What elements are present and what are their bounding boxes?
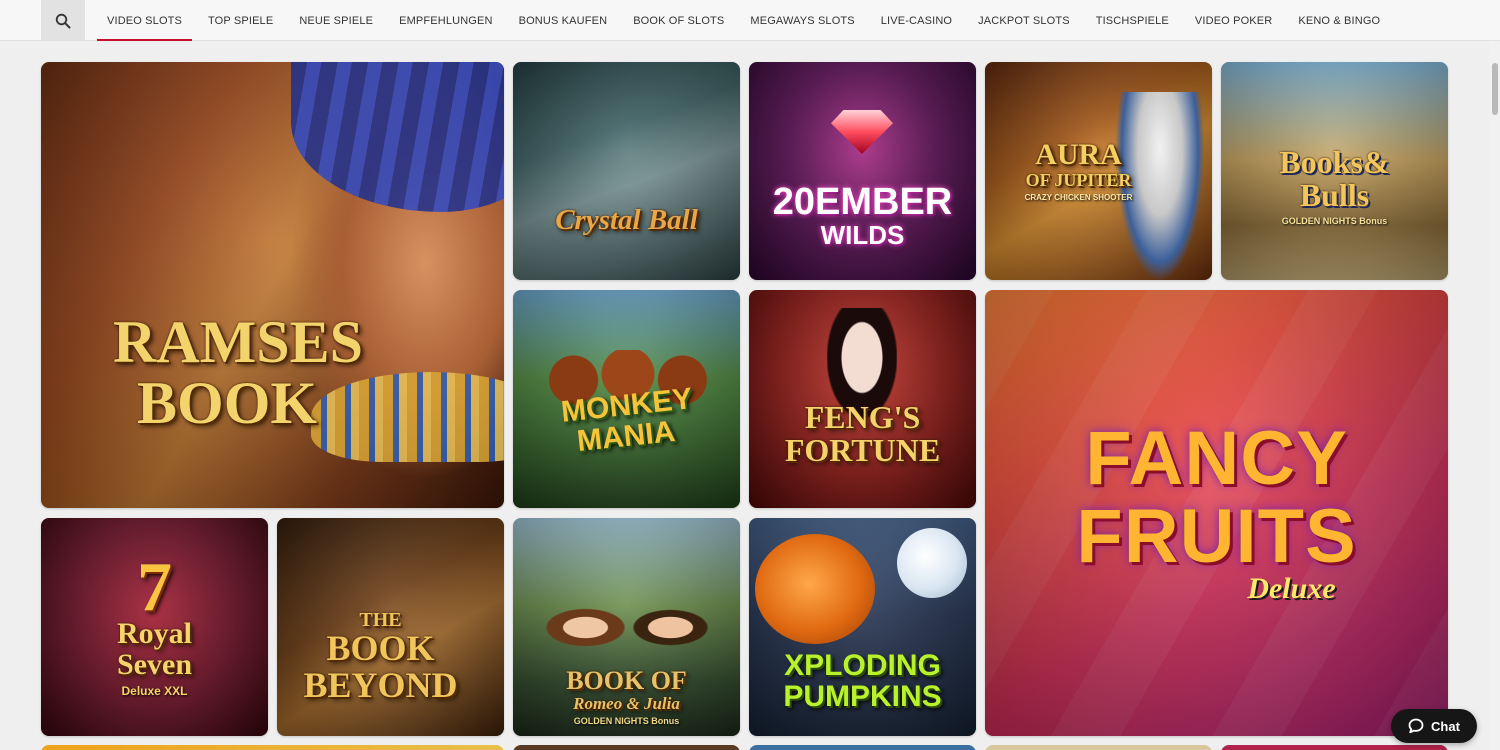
search-icon [55,13,71,28]
chat-label: Chat [1431,718,1460,734]
game-tile-royal-seven-xxl[interactable]: 7 Royal Seven Deluxe XXL [41,518,268,736]
tab-megaways-slots[interactable]: MEGAWAYS SLOTS [740,0,864,41]
game-title-line: FORTUNE [784,432,941,468]
game-tile-aura-of-jupiter[interactable]: AURA OF JUPITER CRAZY CHICKEN SHOOTER [985,62,1212,280]
game-tile-crystal-ball[interactable]: Crystal Ball [513,62,740,280]
game-title-line: BEYOND [303,665,458,706]
tab-keno-bingo[interactable]: KENO & BINGO [1288,0,1390,41]
tab-empfehlungen[interactable]: EMPFEHLUNGEN [389,0,502,41]
chat-bubble-icon [1408,718,1424,734]
game-title-line: BOOK [137,370,318,437]
game-tile-books-and-bulls[interactable]: Books& Bulls GOLDEN NIGHTS Bonus [1221,62,1448,280]
tab-book-of-slots[interactable]: BOOK OF SLOTS [623,0,734,41]
pumpkin-artwork [755,534,875,644]
game-title-line: BOOK OF [566,666,687,696]
game-tile-monkey-mania[interactable]: MONKEY MANIA [513,290,740,508]
game-title-line: AURA [1035,138,1122,172]
tab-tischspiele[interactable]: TISCHSPIELE [1086,0,1179,41]
moon-artwork [897,528,967,598]
tab-bonus-kaufen[interactable]: BONUS KAUFEN [509,0,618,41]
game-title-line: Books& [1279,144,1390,181]
game-title: Crystal Ball [555,204,698,237]
game-tile-fengs-fortune[interactable]: FENG'S FORTUNE [749,290,976,508]
game-title-line: FRUITS [1076,494,1357,579]
game-title-line: Seven [117,647,192,681]
scrollbar-thumb[interactable] [1492,63,1498,115]
chat-button[interactable]: Chat [1391,709,1477,743]
game-title-line: BOOK [326,628,435,669]
game-title-line: Royal [117,616,192,650]
game-title-line: PUMPKINS [783,680,942,713]
tab-video-slots[interactable]: VIDEO SLOTS [97,0,193,41]
game-tile-partial[interactable] [1221,745,1448,750]
game-tile-partial[interactable] [513,745,740,750]
tab-jackpot-slots[interactable]: JACKPOT SLOTS [968,0,1080,41]
gem-icon [831,110,893,154]
game-title-line: FANCY [1085,416,1348,502]
tab-video-poker[interactable]: VIDEO POKER [1185,0,1282,41]
tab-neue-spiele[interactable]: NEUE SPIELE [289,0,383,41]
game-title-line: OF JUPITER [1025,169,1132,190]
game-tile-partial[interactable] [985,745,1212,750]
game-badge: GOLDEN NIGHTS Bonus [1281,215,1388,226]
category-tabs: VIDEO SLOTS TOP SPIELE NEUE SPIELE EMPFE… [97,0,1396,41]
game-title-line: THE [359,609,402,632]
category-nav: VIDEO SLOTS TOP SPIELE NEUE SPIELE EMPFE… [0,0,1500,41]
game-title-line: Romeo & Julia [573,693,680,713]
game-title-line: 20EMBER [772,181,953,224]
game-title-line: MANIA [575,414,678,458]
tab-live-casino[interactable]: LIVE-CASINO [871,0,962,41]
game-title-line: WILDS [820,220,905,251]
game-subtitle: Deluxe [1247,571,1336,605]
seven-symbol: 7 [137,548,172,626]
game-title-line: FENG'S [804,399,921,436]
game-tile-xploding-pumpkins[interactable]: XPLODING PUMPKINS [749,518,976,736]
game-tile-partial[interactable] [749,745,976,750]
game-tile-20-ember-wilds[interactable]: 20EMBER WILDS [749,62,976,280]
game-tile-ramses-book[interactable]: RAMSES BOOK [41,62,504,508]
game-title-line: Bulls [1299,177,1370,213]
game-tile-book-of-romeo-julia[interactable]: BOOK OF Romeo & Julia GOLDEN NIGHTS Bonu… [513,518,740,736]
game-tile-the-book-beyond[interactable]: THE BOOK BEYOND [277,518,504,736]
game-tile-partial[interactable] [41,745,504,750]
search-button[interactable] [41,0,85,41]
game-title-line: RAMSES [113,309,364,375]
game-title-line: XPLODING [784,649,941,683]
game-tile-fancy-fruits-deluxe[interactable]: FANCY FRUITS Deluxe [985,290,1448,736]
game-badge: CRAZY CHICKEN SHOOTER [1024,192,1133,202]
tab-top-spiele[interactable]: TOP SPIELE [198,0,283,41]
game-subtitle: Deluxe XXL [121,684,188,699]
game-badge: GOLDEN NIGHTS Bonus [573,715,680,726]
scrollbar-track[interactable] [1489,41,1500,750]
